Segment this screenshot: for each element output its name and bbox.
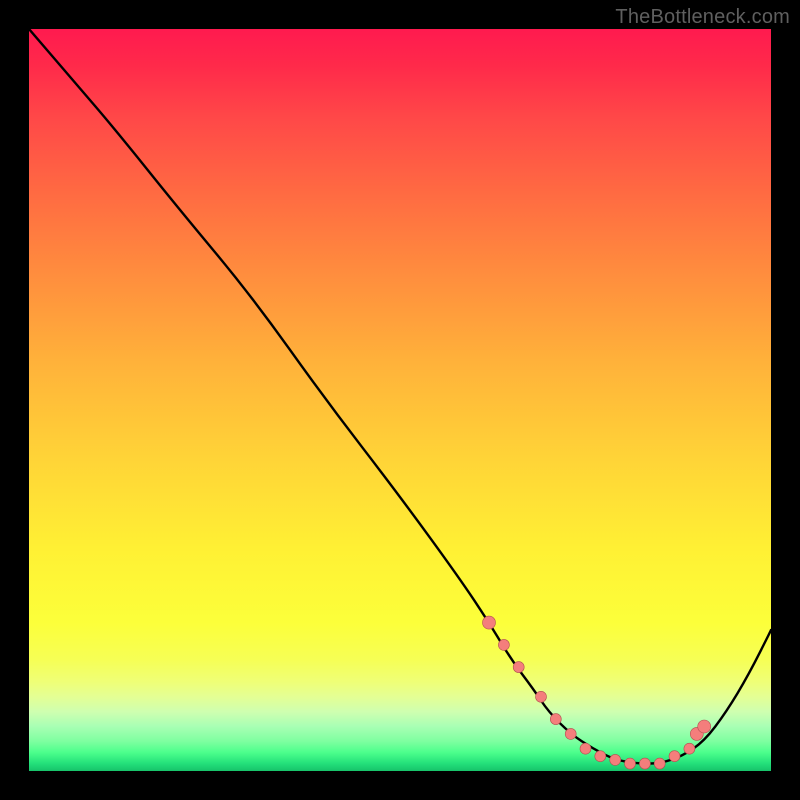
curve-marker — [565, 728, 576, 739]
curve-marker — [513, 662, 524, 673]
curve-marker — [550, 714, 561, 725]
curve-svg — [29, 29, 771, 771]
plot-area — [29, 29, 771, 771]
curve-marker — [610, 754, 621, 765]
curve-marker — [580, 743, 591, 754]
curve-marker — [639, 758, 650, 769]
curve-marker — [684, 743, 695, 754]
marker-group — [483, 616, 711, 769]
curve-marker — [625, 758, 636, 769]
bottleneck-curve — [29, 29, 771, 764]
curve-marker — [483, 616, 496, 629]
curve-marker — [536, 691, 547, 702]
curve-marker — [595, 751, 606, 762]
curve-marker — [669, 751, 680, 762]
watermark-label: TheBottleneck.com — [615, 6, 790, 29]
curve-marker — [498, 639, 509, 650]
curve-marker — [698, 720, 711, 733]
chart-stage: TheBottleneck.com — [0, 0, 800, 800]
curve-marker — [654, 758, 665, 769]
